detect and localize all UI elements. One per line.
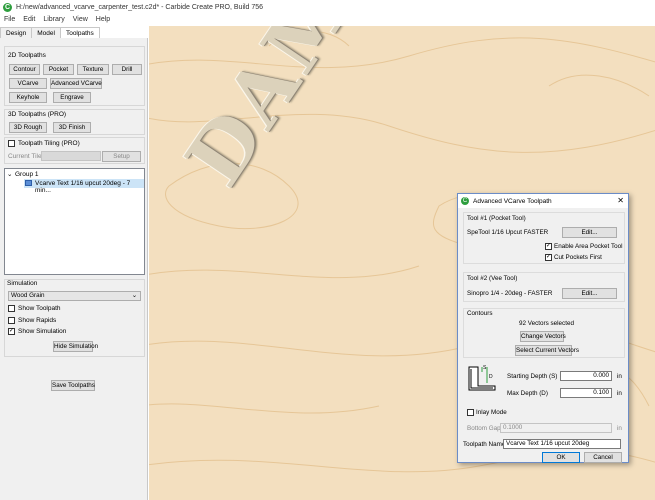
carbide-logo-icon: C xyxy=(3,2,12,12)
inlay-mode-label: Inlay Mode xyxy=(476,409,507,416)
toolpath-tiling-group: Toolpath Tiling (PRO) Current Tile Setup xyxy=(4,137,145,164)
menu-file[interactable]: File xyxy=(4,16,15,23)
tool1-heading: Tool #1 (Pocket Tool) xyxy=(467,215,526,222)
bottom-gap-unit: in xyxy=(617,425,622,432)
menu-edit[interactable]: Edit xyxy=(23,16,35,23)
engrave-button[interactable]: Engrave xyxy=(53,92,91,103)
hide-simulation-button[interactable]: Hide Simulation xyxy=(53,341,98,352)
toolpath-name-label: Toolpath Name xyxy=(463,441,506,448)
cut-pockets-label: Cut Pockets First xyxy=(554,254,602,261)
tree-collapse-icon[interactable]: ⌄ xyxy=(7,170,12,178)
cancel-button[interactable]: Cancel xyxy=(584,452,622,463)
dialog-title-bar: C Advanced VCarve Toolpath ✕ xyxy=(458,194,628,208)
toolpaths-2d-heading: 2D Toolpaths xyxy=(8,52,46,59)
texture-button[interactable]: Texture xyxy=(77,64,109,75)
simulation-group: Simulation Wood Grain ⌄ Show Toolpath Sh… xyxy=(4,279,145,357)
contours-heading: Contours xyxy=(467,310,493,317)
material-value: Wood Grain xyxy=(11,292,45,299)
toolpath-tree: ⌄ Group 1 Vcarve Text 1/16 upcut 20deg -… xyxy=(4,168,145,275)
diagram-s-label: S xyxy=(483,365,487,371)
current-tile-label: Current Tile xyxy=(8,153,42,160)
menu-library[interactable]: Library xyxy=(43,16,64,23)
show-simulation-checkbox[interactable]: ✓ xyxy=(8,328,15,335)
starting-depth-input[interactable]: 0.000 xyxy=(560,371,612,381)
toolpaths-3d-group: 3D Toolpaths (PRO) 3D Rough 3D Finish xyxy=(4,109,145,135)
advanced-vcarve-button[interactable]: Advanced VCarve xyxy=(50,78,102,89)
vcarve-button[interactable]: VCarve xyxy=(9,78,47,89)
contour-button[interactable]: Contour xyxy=(9,64,40,75)
tree-item-vcarve[interactable]: Vcarve Text 1/16 upcut 20deg - 7 min... xyxy=(24,179,144,194)
setup-button[interactable]: Setup xyxy=(102,151,141,162)
chevron-down-icon: ⌄ xyxy=(131,292,137,299)
diagram-d-label: D xyxy=(489,374,493,380)
starting-depth-unit: in xyxy=(617,373,622,380)
show-rapids-label: Show Rapids xyxy=(18,317,57,324)
show-toolpath-label: Show Toolpath xyxy=(18,305,61,312)
keyhole-button[interactable]: Keyhole xyxy=(9,92,47,103)
show-simulation-label: Show Simulation xyxy=(18,328,67,335)
ok-button[interactable]: OK xyxy=(542,452,580,463)
starting-depth-label: Starting Depth (S) xyxy=(507,373,558,380)
vectors-selected-label: 92 Vectors selected xyxy=(519,320,574,327)
show-toolpath-checkbox[interactable] xyxy=(8,305,15,312)
advanced-vcarve-dialog: C Advanced VCarve Toolpath ✕ Tool #1 (Po… xyxy=(457,193,629,463)
depth-diagram-icon: S D xyxy=(468,364,496,392)
enable-area-checkbox[interactable]: ✓ xyxy=(545,243,552,250)
tiling-label: Toolpath Tiling (PRO) xyxy=(18,140,80,147)
tool1-edit-button[interactable]: Edit... xyxy=(562,227,617,238)
tree-item-label: Vcarve Text 1/16 upcut 20deg - 7 min... xyxy=(35,180,131,194)
bottom-gap-label: Bottom Gap xyxy=(467,425,501,432)
drill-button[interactable]: Drill xyxy=(112,64,142,75)
material-select[interactable]: Wood Grain ⌄ xyxy=(8,291,141,301)
tool1-name: SpeTool 1/16 Upcut FASTER xyxy=(467,229,549,236)
cut-pockets-checkbox[interactable]: ✓ xyxy=(545,254,552,261)
title-bar: C H:/new/advanced_vcarve_carpenter_test.… xyxy=(0,0,655,14)
tool2-edit-button[interactable]: Edit... xyxy=(562,288,617,299)
menu-help[interactable]: Help xyxy=(96,16,110,23)
max-depth-unit: in xyxy=(617,390,622,397)
max-depth-input[interactable]: 0.100 xyxy=(560,388,612,398)
inlay-mode-checkbox[interactable] xyxy=(467,409,474,416)
toolpaths-panel: 2D Toolpaths Contour Pocket Texture Dril… xyxy=(0,38,148,500)
3d-finish-button[interactable]: 3D Finish xyxy=(53,122,91,133)
toolpaths-2d-group: 2D Toolpaths Contour Pocket Texture Dril… xyxy=(4,46,145,106)
3d-rough-button[interactable]: 3D Rough xyxy=(9,122,47,133)
select-current-vectors-button[interactable]: Select Current Vectors xyxy=(515,345,579,356)
save-toolpaths-button[interactable]: Save Toolpaths xyxy=(51,380,95,391)
tool1-group: Tool #1 (Pocket Tool) SpeTool 1/16 Upcut… xyxy=(463,212,625,264)
dialog-app-icon: C xyxy=(461,197,469,205)
bottom-gap-input: 0.1000 xyxy=(500,423,612,433)
tool2-heading: Tool #2 (Vee Tool) xyxy=(467,275,518,282)
simulation-heading: Simulation xyxy=(7,280,38,287)
show-rapids-checkbox[interactable] xyxy=(8,317,15,324)
menu-view[interactable]: View xyxy=(73,16,88,23)
menu-bar: File Edit Library View Help xyxy=(0,14,655,25)
dialog-title: Advanced VCarve Toolpath xyxy=(473,197,552,205)
change-vectors-button[interactable]: Change Vectors xyxy=(520,331,566,342)
tree-group-label[interactable]: Group 1 xyxy=(15,171,39,178)
tiling-checkbox[interactable] xyxy=(8,140,15,147)
current-tile-field xyxy=(41,151,101,161)
close-icon[interactable]: ✕ xyxy=(617,196,624,205)
enable-area-label: Enable Area Pocket Tool xyxy=(554,243,623,250)
toolpath-icon xyxy=(25,180,32,186)
toolpath-name-input[interactable]: Vcarve Text 1/16 upcut 20deg xyxy=(503,439,621,449)
toolpaths-3d-heading: 3D Toolpaths (PRO) xyxy=(8,111,67,118)
tool2-name: Sinopro 1/4 - 20deg - FASTER xyxy=(467,290,553,297)
tool2-group: Tool #2 (Vee Tool) Sinopro 1/4 - 20deg -… xyxy=(463,272,625,302)
max-depth-label: Max Depth (D) xyxy=(507,390,548,397)
contours-group: Contours 92 Vectors selected Change Vect… xyxy=(463,308,625,358)
pocket-button[interactable]: Pocket xyxy=(43,64,74,75)
window-title: H:/new/advanced_vcarve_carpenter_test.c2… xyxy=(16,3,264,11)
